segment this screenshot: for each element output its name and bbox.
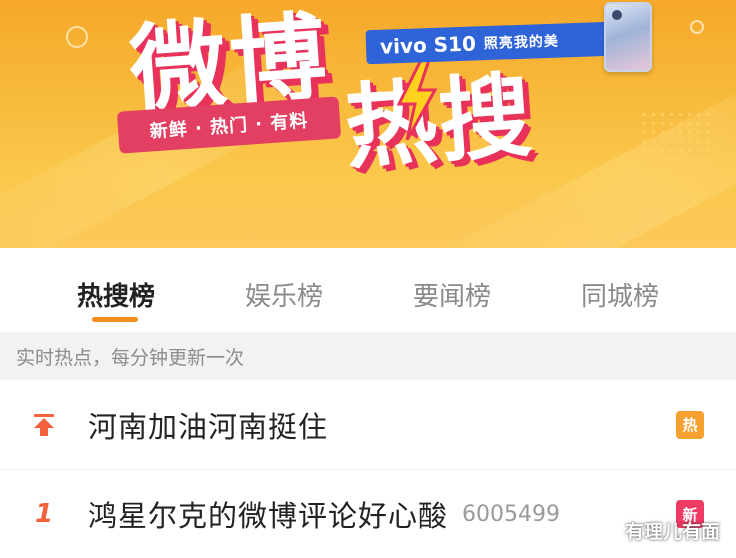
phone-product-image bbox=[604, 2, 652, 72]
ad-tagline: 照亮我的美 bbox=[483, 33, 560, 53]
watermark: 有理儿有面 bbox=[594, 517, 720, 544]
banner-dots bbox=[640, 110, 710, 160]
watermark-text: 有理儿有面 bbox=[624, 521, 720, 543]
hot-search-count: 6005499 bbox=[462, 501, 560, 527]
tab-entertainment[interactable]: 娱乐榜 bbox=[200, 248, 368, 332]
hot-search-title: 鸿星尔克的微博评论好心酸 bbox=[88, 499, 449, 533]
realtime-subtitle: 实时热点，每分钟更新一次 bbox=[0, 332, 736, 380]
list-item[interactable]: 1 鸿星尔克的微博评论好心酸 6005499 新 bbox=[0, 470, 736, 558]
wechat-icon bbox=[594, 521, 619, 539]
active-tab-indicator bbox=[92, 317, 138, 322]
banner-title-sub: 热搜 bbox=[341, 62, 537, 182]
tab-label: 热搜榜 bbox=[76, 282, 155, 312]
ad-brand: vivo S10 bbox=[379, 31, 477, 59]
hot-search-banner: 微博 热搜 新鲜 · 热门 · 有料 vivo S10 照亮我的美 bbox=[0, 0, 736, 248]
hot-badge: 热 bbox=[676, 410, 704, 439]
lightning-icon bbox=[396, 60, 438, 140]
banner-ring bbox=[66, 26, 88, 48]
rank-number: 1 bbox=[34, 499, 54, 529]
pin-top-icon bbox=[0, 412, 88, 438]
list-item[interactable]: 河南加油河南挺住 热 bbox=[0, 380, 736, 470]
ad-banner[interactable]: vivo S10 照亮我的美 bbox=[365, 21, 613, 65]
banner-ring bbox=[690, 20, 704, 34]
tab-hot-search[interactable]: 热搜榜 bbox=[32, 248, 200, 332]
hot-search-title: 河南加油河南挺住 bbox=[88, 409, 329, 444]
tab-local[interactable]: 同城榜 bbox=[536, 248, 704, 332]
tab-label: 娱乐榜 bbox=[244, 282, 323, 312]
tab-label: 同城榜 bbox=[580, 282, 659, 312]
ranking-tabs: 热搜榜 娱乐榜 要闻榜 同城榜 bbox=[0, 248, 736, 332]
tab-label: 要闻榜 bbox=[412, 282, 491, 312]
tab-news[interactable]: 要闻榜 bbox=[368, 248, 536, 332]
